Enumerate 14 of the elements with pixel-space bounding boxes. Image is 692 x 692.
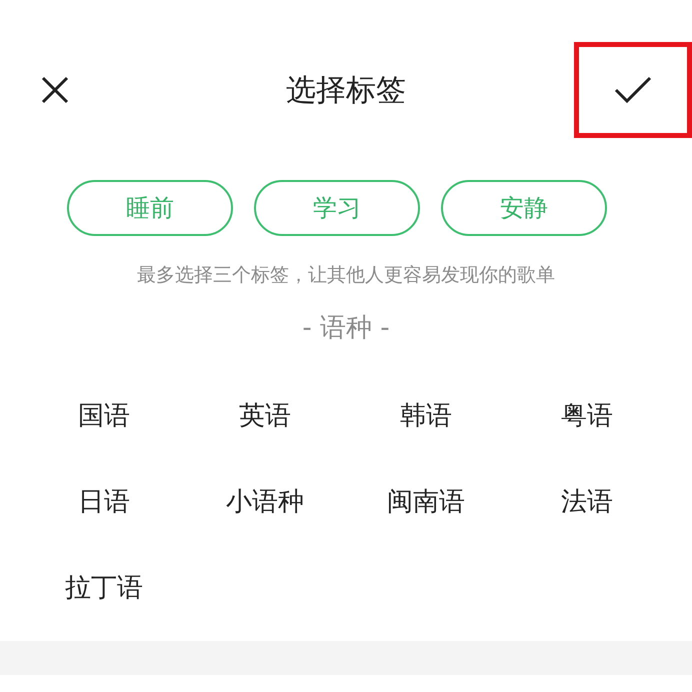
tag-option[interactable]: 英语: [185, 393, 345, 439]
confirm-button[interactable]: [574, 42, 692, 138]
tag-option[interactable]: 小语种: [185, 479, 345, 525]
tag-option[interactable]: 日语: [24, 479, 184, 525]
tag-option[interactable]: 拉丁语: [24, 565, 184, 611]
section-title: - 语种 -: [301, 312, 391, 345]
tag-option[interactable]: 韩语: [346, 393, 506, 439]
checkmark-icon: [613, 75, 653, 105]
hint-text: 最多选择三个标签，让其他人更容易发现你的歌单: [136, 263, 556, 288]
tag-option[interactable]: 粤语: [507, 393, 667, 439]
page-title: 选择标签: [285, 72, 407, 110]
tag-option[interactable]: 法语: [507, 479, 667, 525]
tag-option[interactable]: 闽南语: [346, 479, 506, 525]
tag-option[interactable]: 国语: [24, 393, 184, 439]
